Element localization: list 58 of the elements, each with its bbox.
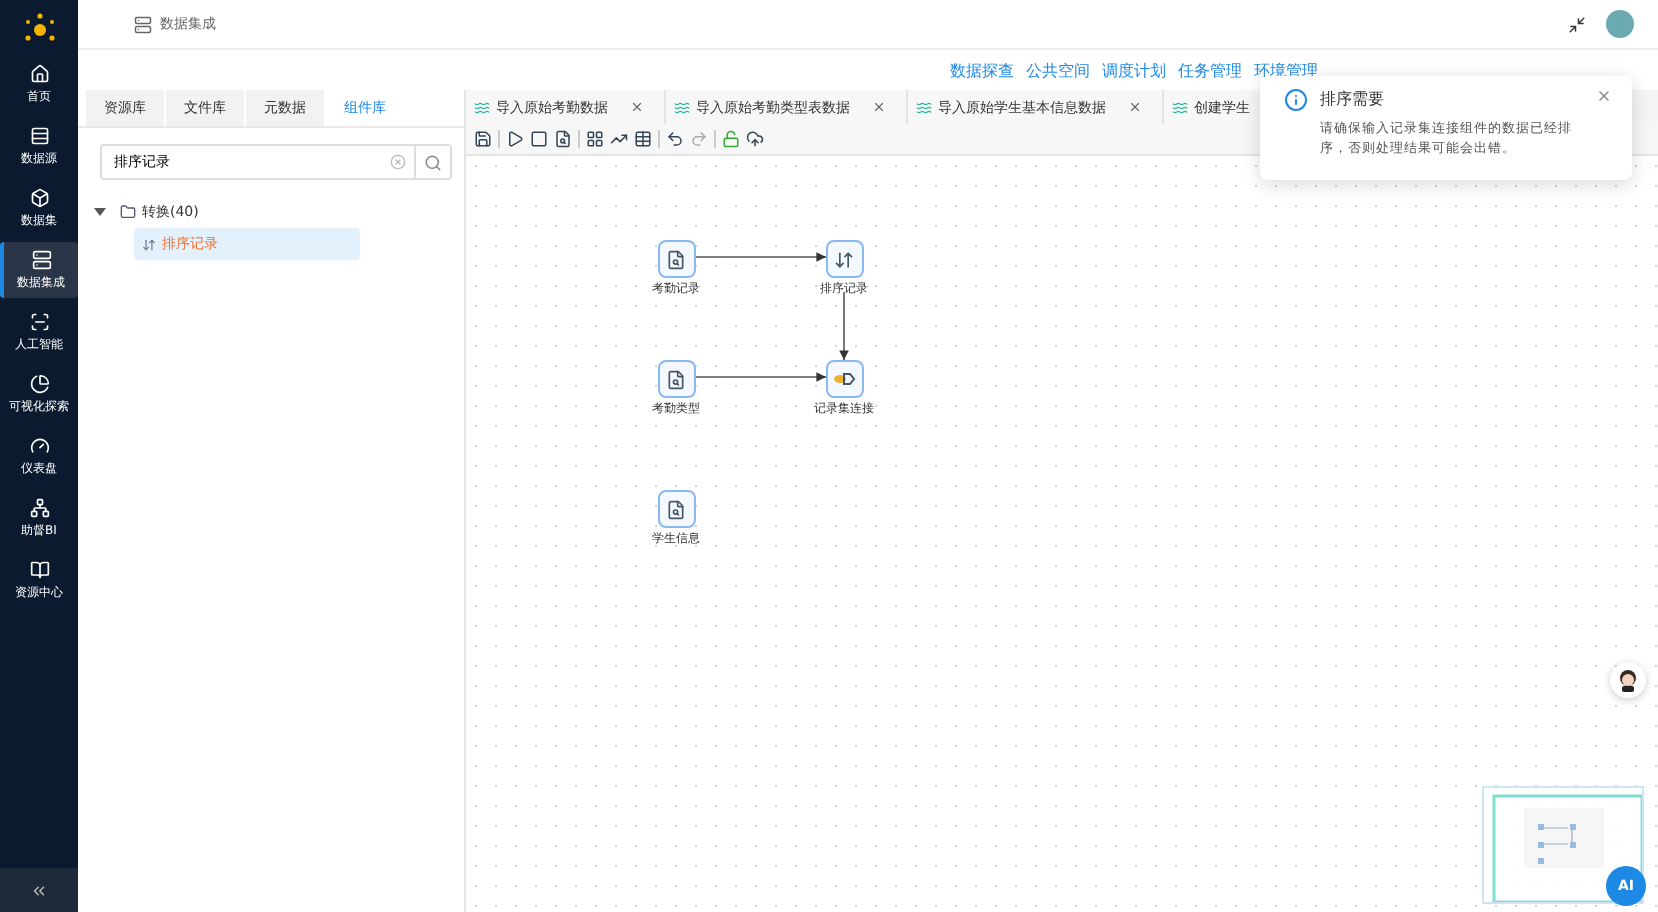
nav-link[interactable]: 公共空间: [1026, 59, 1090, 81]
chart-icon[interactable]: [610, 130, 628, 148]
network-icon: [29, 497, 49, 517]
book-icon: [29, 559, 49, 579]
step-node[interactable]: [657, 360, 695, 398]
search-icon: [424, 153, 442, 171]
table-input-icon: [666, 249, 686, 269]
undo-icon[interactable]: [666, 130, 684, 148]
assistant-avatar[interactable]: [1610, 662, 1646, 698]
step-node[interactable]: [825, 360, 863, 398]
waves-icon: [916, 99, 932, 115]
close-icon[interactable]: [1128, 100, 1142, 114]
waves-icon: [474, 99, 490, 115]
folder-icon: [120, 204, 136, 220]
breadcrumb-icon: [134, 15, 152, 33]
list-icon: [29, 125, 49, 145]
connector-arrow: [839, 291, 849, 361]
close-icon[interactable]: [872, 100, 886, 114]
nav-link[interactable]: 调度计划: [1102, 59, 1166, 81]
step-node[interactable]: [657, 490, 695, 528]
run-icon[interactable]: [506, 130, 524, 148]
table-icon[interactable]: [634, 130, 652, 148]
sort-icon: [142, 237, 156, 251]
join-icon: [832, 370, 856, 388]
close-icon[interactable]: [630, 100, 644, 114]
upload-icon[interactable]: [746, 130, 764, 148]
info-icon: [1284, 88, 1308, 112]
waves-icon: [1172, 99, 1188, 115]
collapse-icon: [30, 881, 48, 899]
unlock-icon[interactable]: [722, 130, 740, 148]
table-input-icon: [666, 499, 686, 519]
save-icon[interactable]: [474, 130, 492, 148]
sort-icon: [834, 249, 854, 269]
connector-arrow: [695, 372, 827, 382]
fullscreen-icon[interactable]: [1568, 15, 1586, 33]
nav-link[interactable]: 任务管理: [1178, 59, 1242, 81]
step-node[interactable]: [657, 240, 695, 278]
stop-icon[interactable]: [530, 130, 548, 148]
preview-icon[interactable]: [554, 130, 572, 148]
search-button[interactable]: [414, 146, 450, 178]
step-node[interactable]: [825, 240, 863, 278]
connector-arrow: [695, 252, 827, 262]
home-icon: [29, 63, 49, 83]
gauge-icon: [29, 435, 49, 455]
pie-chart-icon: [29, 373, 49, 393]
user-avatar[interactable]: [1606, 10, 1634, 38]
server-icon: [31, 249, 51, 269]
avatar-figure-icon: [1616, 668, 1640, 692]
scan-icon: [29, 311, 49, 331]
grid-icon[interactable]: [586, 130, 604, 148]
waves-icon: [674, 99, 690, 115]
close-icon[interactable]: [1596, 88, 1612, 104]
nav-link[interactable]: 数据探查: [950, 59, 1014, 81]
notification-title: 排序需要: [1320, 88, 1386, 110]
cube-icon: [29, 187, 49, 207]
minimap[interactable]: [1482, 786, 1644, 904]
expand-icon[interactable]: [94, 206, 106, 218]
table-input-icon: [666, 369, 686, 389]
